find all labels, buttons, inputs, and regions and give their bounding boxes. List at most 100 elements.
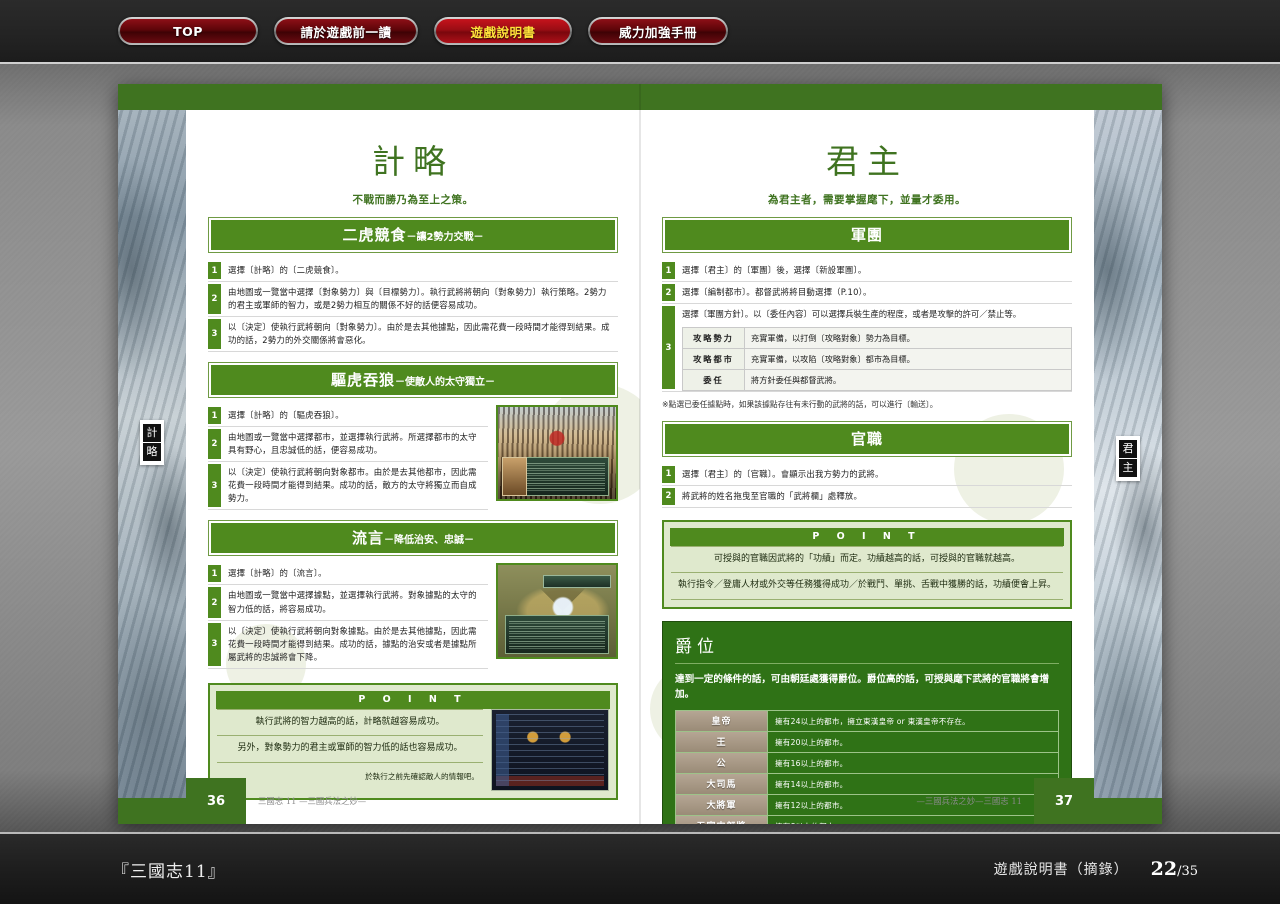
point-box-right-title: P O I N T — [670, 527, 1064, 546]
step-row: 1 選擇〔計略〕的〔二虎競食〕。 — [208, 260, 618, 281]
table-row: 王 擁有20以上的都市。 — [675, 731, 1059, 754]
nav-button-read-before-play[interactable]: 請於遊戲前一讀 — [274, 17, 418, 45]
step-row: 3 以〔決定〕使執行武將朝向對象都市。由於是去其他都市，因此需花費一段時間才能得… — [208, 461, 488, 511]
manual-frame: 計 略 計略 不戰而勝乃為至上之策。 二虎競食－讓2勢力交戰－ 1 選擇〔計略〕… — [0, 62, 1280, 832]
right-page: 君主 為君主者，需要掌握麾下，並量才委用。 軍團 1 選擇〔君主〕的〔軍團〕後，… — [640, 84, 1094, 824]
rank-name: 皇帝 — [676, 711, 767, 732]
step-text: 選擇〔計略〕的〔流言〕。 — [228, 568, 327, 579]
side-tab-ruler-char1: 君 — [1119, 440, 1137, 458]
page-indicator-current: 22 — [1150, 858, 1178, 880]
corps-note: ※點選已委任據點時，如果該據點存往有未行動的武將的話，可以進行〔輸送〕。 — [662, 399, 938, 409]
right-page-footer: —三國兵法之妙—三國志 11 37 — [640, 778, 1094, 824]
step-text: 選擇〔君主〕的〔軍團〕後，選擇〔新設軍團〕。 — [682, 265, 867, 276]
left-edge-bottom-band — [118, 798, 186, 824]
policy-value: 充實軍備，以攻陷〔攻略對象〕都市為目標。 — [744, 347, 1072, 370]
step-number: 3 — [662, 306, 675, 389]
step-3-column: 選擇〔軍團方針〕。以〔委任內容〕可以選擇兵裝生產的程度，或者是攻擊的許可／禁止等… — [675, 304, 1072, 391]
step-3-grid: 3 選擇〔軍團方針〕。以〔委任內容〕可以選擇兵裝生產的程度，或者是攻擊的許可／禁… — [662, 304, 1072, 391]
table-row: 公 擁有16以上的都市。 — [675, 752, 1059, 775]
map-ui-overlay — [505, 615, 609, 654]
section-header-rumor-fill: 流言－降低治安、忠誠－ — [211, 523, 615, 554]
rank-name-cell: 公 — [675, 752, 768, 775]
rank-name: 王 — [676, 732, 767, 753]
nav-button-power-up-kit-label: 威力加強手冊 — [590, 19, 726, 43]
section-header-drive-tiger-fill: 驅虎吞狼－使敵人的太守獨立－ — [211, 365, 615, 396]
step-row: 2 由地圖或一覽當中選擇據點，並選擇執行武將。對象據點的太守的智力低的話，將容易… — [208, 584, 488, 619]
right-edge-bottom-band — [1094, 798, 1162, 824]
policy-key: 攻略都市 — [682, 347, 745, 370]
battle-scene-screenshot — [496, 405, 618, 502]
rank-condition: 擁有16以上的都市。 — [767, 752, 1059, 775]
step-text: 以〔決定〕使執行武將朝向對象據點。由於是去其他據點，因此需花費一段時間才能得到結… — [228, 625, 477, 662]
nav-button-top-label: TOP — [120, 19, 256, 43]
side-tab-strategy-char1: 計 — [143, 424, 161, 442]
manual-viewer: TOP 請於遊戲前一讀 遊戲說明書 威力加強手冊 計 略 計略 不戰而勝乃為至上… — [0, 0, 1280, 904]
right-page-body: 君主 為君主者，需要掌握麾下，並量才委用。 軍團 1 選擇〔君主〕的〔軍團〕後，… — [640, 110, 1094, 824]
page-gutter — [639, 84, 641, 824]
table-row: 皇帝 擁有24以上的都市，擁立東漢皇帝 or 東漢皇帝不存在。 — [675, 710, 1059, 733]
step-text: 由地圖或一覽當中選擇都市，並選擇執行武將。所選擇都市的太守具有野心，且忠誠低的話… — [228, 432, 477, 456]
side-tab-ruler-char2: 主 — [1119, 459, 1137, 477]
nav-button-power-up-kit[interactable]: 威力加強手冊 — [588, 17, 728, 45]
rank-condition: 擁有24以上的都市，擁立東漢皇帝 or 東漢皇帝不存在。 — [767, 710, 1059, 733]
step-row: 2 由地圖或一覽當中選擇〔對象勢力〕與〔目標勢力〕。執行武將將朝向〔對象勢力〕執… — [208, 281, 618, 316]
step-text: 選擇〔編制都市〕。都督武將將目動選擇（P.10）。 — [682, 287, 872, 298]
page-indicator[interactable]: 22/35 — [1151, 858, 1198, 880]
step-number: 2 — [208, 429, 221, 460]
step-row: 1 選擇〔計略〕的〔驅虎吞狼〕。 — [208, 405, 488, 426]
step-number: 1 — [208, 262, 221, 280]
point-box-left-title: P O I N T — [216, 690, 610, 709]
nav-button-read-before-play-label: 請於遊戲前一讀 — [276, 19, 416, 43]
rank-panel-description: 達到一定的條件的話，可由朝廷處獲得爵位。爵位高的話，可授與麾下武將的官職將會增加… — [675, 673, 1050, 700]
rank-name: 公 — [676, 753, 767, 774]
right-scenic-edge: 君 主 — [1094, 84, 1162, 824]
step-row: 1 選擇〔君主〕的〔官職〕。會顯示出我方勢力的武將。 — [662, 464, 1072, 485]
left-page-head-band — [186, 84, 640, 110]
steps-corps: 1 選擇〔君主〕的〔軍團〕後，選擇〔新設軍團〕。 2 選擇〔編制都市〕。都督武將… — [662, 260, 1072, 392]
left-page-body: 計略 不戰而勝乃為至上之策。 二虎競食－讓2勢力交戰－ 1 選擇〔計略〕的〔二虎… — [186, 110, 640, 800]
steps-drive-tiger: 1 選擇〔計略〕的〔驅虎吞狼〕。 2 由地圖或一覽當中選擇都市，並選擇執行武將。… — [208, 405, 488, 511]
section-header-drive-tiger: 驅虎吞狼－使敵人的太守獨立－ — [208, 362, 618, 399]
step-number: 1 — [662, 262, 675, 280]
section-header-rumor-subtitle: －降低治安、忠誠－ — [384, 535, 474, 547]
step-3-lead-text: 選擇〔軍團方針〕。以〔委任內容〕可以選擇兵裝生產的程度，或者是攻擊的許可／禁止等… — [682, 309, 1022, 320]
left-running-head: 三國志 11 —三國兵法之妙— — [258, 796, 367, 806]
step-row: 1 選擇〔計略〕的〔流言〕。 — [208, 563, 488, 584]
section-header-corps-fill: 軍團 — [665, 220, 1069, 251]
step-row: 2 由地圖或一覽當中選擇都市，並選擇執行武將。所選擇都市的太守具有野心，且忠誠低… — [208, 426, 488, 461]
corps-policy-table: 攻略勢力 充實軍備，以打倒〔攻略對象〕勢力為目標。 攻略都市 充實軍備，以攻陷〔… — [682, 326, 1072, 391]
side-tab-ruler: 君 主 — [1116, 436, 1140, 481]
rank-condition: 擁有20以上的都市。 — [767, 731, 1059, 754]
left-page: 計略 不戰而勝乃為至上之策。 二虎競食－讓2勢力交戰－ 1 選擇〔計略〕的〔二虎… — [186, 84, 640, 824]
right-page-number: 37 — [1034, 778, 1094, 824]
section-header-two-tigers: 二虎競食－讓2勢力交戰－ — [208, 217, 618, 254]
left-edge-top-band — [118, 84, 186, 110]
step-number: 3 — [208, 464, 221, 508]
product-title: 『三國志11』 — [112, 861, 226, 882]
step-row: 3 以〔決定〕使執行武將朝向對象據點。由於是去其他據點，因此需花費一段時間才能得… — [208, 619, 488, 669]
policy-value: 充實軍備，以打倒〔攻略對象〕勢力為目標。 — [744, 326, 1072, 349]
nav-button-game-manual[interactable]: 遊戲說明書 — [434, 17, 572, 45]
section-header-two-tigers-subtitle: －讓2勢力交戰－ — [406, 232, 484, 244]
side-tab-strategy-char2: 略 — [143, 443, 161, 461]
policy-key: 委任 — [682, 368, 745, 391]
point-box-right: P O I N T 可授與的官職因武將的「功績」而定。功績越高的話，可授與的官職… — [662, 519, 1072, 609]
step-number: 3 — [208, 319, 221, 350]
nav-button-top[interactable]: TOP — [118, 17, 258, 45]
step-number: 2 — [662, 487, 675, 505]
section-header-two-tigers-title: 二虎競食 — [342, 226, 407, 245]
side-tab-strategy: 計 略 — [140, 420, 164, 465]
point-box-right-lines: 可授與的官職因武將的「功績」而定。功績越高的話，可授與的官職就越高。 執行指令／… — [671, 545, 1063, 600]
left-page-footer: 36 三國志 11 —三國兵法之妙— — [186, 778, 640, 824]
left-page-title: 計略 — [372, 142, 454, 181]
step-text: 將武將的姓名拖曳至官職的「武將欄」處釋放。 — [682, 490, 863, 501]
step-number: 1 — [208, 565, 221, 583]
step-number: 2 — [208, 284, 221, 315]
steps-rumor: 1 選擇〔計略〕的〔流言〕。 2 由地圖或一覽當中選擇據點，並選擇執行武將。對象… — [208, 563, 488, 669]
section-header-corps: 軍團 — [662, 217, 1072, 254]
step-number: 1 — [208, 407, 221, 425]
nav-button-game-manual-label: 遊戲說明書 — [436, 19, 570, 43]
section-header-office-title: 官職 — [850, 429, 883, 448]
step-row: 2 選擇〔編制都市〕。都督武將將目動選擇（P.10）。 — [662, 281, 1072, 303]
steps-two-tigers: 1 選擇〔計略〕的〔二虎競食〕。 2 由地圖或一覽當中選擇〔對象勢力〕與〔目標勢… — [208, 260, 618, 353]
